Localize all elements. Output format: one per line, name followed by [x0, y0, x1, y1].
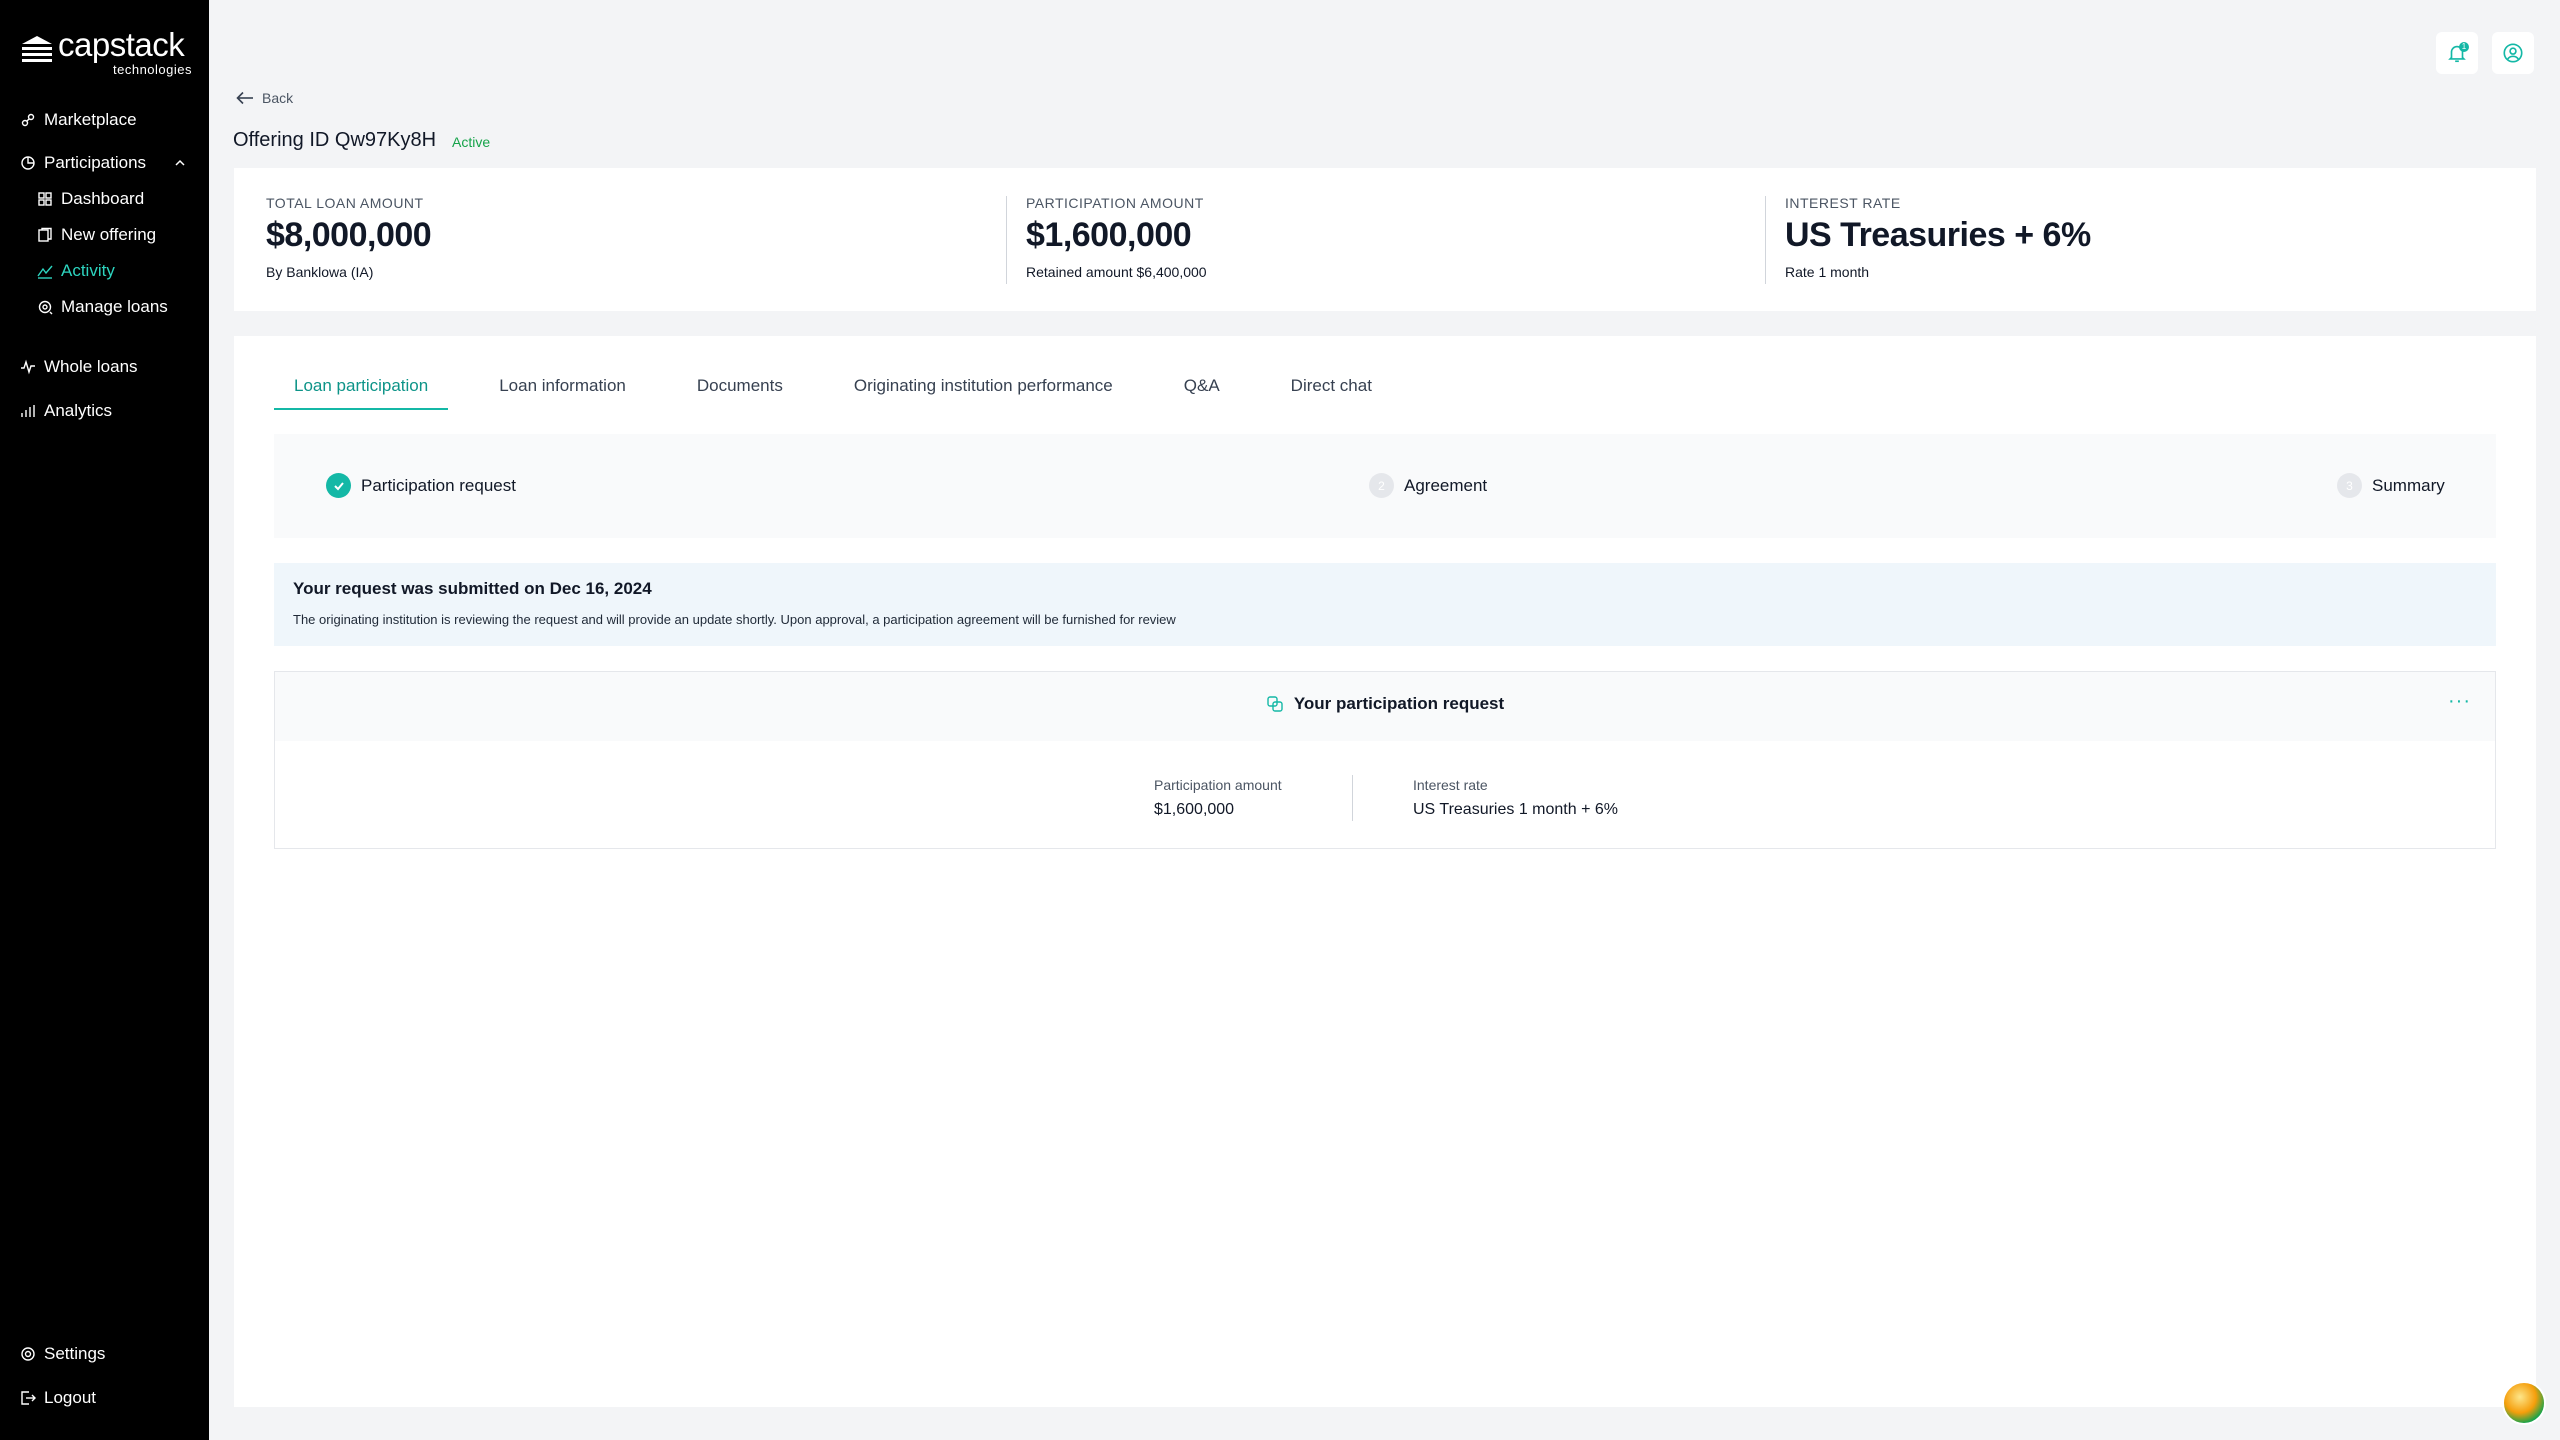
sidebar-item-label: Dashboard: [61, 189, 145, 208]
step-label: Summary: [2372, 475, 2445, 495]
step-agreement[interactable]: 2 Agreement: [1369, 473, 1487, 498]
sidebar-item-label: New offering: [61, 225, 157, 244]
step-participation-request[interactable]: Participation request: [326, 473, 516, 498]
stat-value: $8,000,000: [266, 216, 432, 254]
back-label: Back: [262, 90, 294, 106]
brand-tagline: technologies: [113, 62, 192, 77]
stat-value: $1,600,000: [1026, 216, 1192, 254]
stat-sub: By Banklowa (IA): [266, 264, 374, 280]
tab-documents[interactable]: Documents: [677, 364, 803, 410]
gear-icon: [21, 1347, 35, 1361]
loan-stats-card: TOTAL LOAN AMOUNT $8,000,000 By Banklowa…: [234, 168, 2536, 311]
status-badge: Active: [452, 134, 491, 150]
stat-label: TOTAL LOAN AMOUNT: [266, 195, 424, 211]
participations-icon: [21, 156, 35, 170]
sidebar-item-label: Logout: [44, 1388, 96, 1407]
sidebar-item-participations[interactable]: Participations: [20, 151, 146, 175]
submission-notice: Your request was submitted on Dec 16, 20…: [274, 563, 2496, 646]
whole-loans-icon: [21, 359, 35, 375]
sidebar-item-label: Manage loans: [61, 297, 168, 316]
notice-title: Your request was submitted on Dec 16, 20…: [293, 579, 652, 598]
marketplace-icon: [21, 113, 35, 127]
stat-label: INTEREST RATE: [1785, 195, 1901, 211]
new-offering-icon: [38, 227, 52, 242]
interest-rate-value: US Treasuries 1 month + 6%: [1413, 801, 1618, 818]
interest-rate-label: Interest rate: [1413, 777, 1488, 793]
sidebar-item-label: Marketplace: [44, 110, 137, 129]
profile-button[interactable]: [2492, 32, 2534, 74]
coins-icon: [1267, 696, 1283, 712]
sidebar-item-settings[interactable]: Settings: [20, 1342, 105, 1366]
sidebar-item-marketplace[interactable]: Marketplace: [20, 108, 137, 132]
progress-stepper: Participation request 2 Agreement 3 Summ…: [274, 434, 2496, 538]
dashboard-icon: [38, 192, 52, 206]
sidebar-item-activity[interactable]: Activity: [37, 259, 115, 283]
sidebar-item-manage-loans[interactable]: Manage loans: [37, 295, 168, 319]
chevron-up-icon[interactable]: [172, 155, 188, 171]
step-summary[interactable]: 3 Summary: [2337, 473, 2445, 498]
tab-direct-chat[interactable]: Direct chat: [1271, 364, 1392, 410]
sidebar: capstack technologies Marketplace Partic…: [0, 0, 209, 1440]
step-label: Participation request: [361, 475, 516, 495]
user-circle-icon: [2503, 43, 2523, 63]
more-options-button[interactable]: ···: [2448, 690, 2471, 713]
field-divider: [1352, 775, 1353, 821]
sidebar-item-analytics[interactable]: Analytics: [20, 399, 112, 423]
activity-icon: [37, 265, 53, 279]
sidebar-item-label: Whole loans: [44, 357, 138, 376]
avatar[interactable]: [2502, 1381, 2546, 1425]
capstack-logo[interactable]: capstack technologies: [20, 26, 192, 78]
sidebar-item-label: Settings: [44, 1344, 106, 1363]
request-card-header: Your participation request ···: [275, 672, 2495, 741]
logo-icon: [22, 36, 52, 62]
sidebar-item-label: Activity: [61, 261, 115, 280]
back-link[interactable]: Back: [236, 90, 293, 106]
stat-divider: [1006, 196, 1007, 284]
notice-body: The originating institution is reviewing…: [293, 612, 1176, 627]
step-label: Agreement: [1404, 475, 1488, 495]
tab-loan-information[interactable]: Loan information: [479, 364, 646, 410]
sidebar-item-whole-loans[interactable]: Whole loans: [20, 355, 138, 379]
step-number: 2: [1369, 473, 1394, 498]
logout-icon: [21, 1391, 36, 1405]
analytics-icon: [21, 405, 35, 417]
stat-label: PARTICIPATION AMOUNT: [1026, 195, 1204, 211]
stat-sub: Rate 1 month: [1785, 264, 1870, 280]
main-panel: Loan participation Loan information Docu…: [234, 336, 2536, 1407]
tab-loan-participation[interactable]: Loan participation: [274, 364, 449, 410]
check-icon: [326, 473, 351, 498]
sidebar-item-label: Participations: [44, 153, 147, 172]
tab-bar: Loan participation Loan information Docu…: [274, 364, 1392, 410]
page-title: Offering ID Qw97Ky8H: [233, 129, 437, 151]
sidebar-item-dashboard[interactable]: Dashboard: [37, 187, 144, 211]
arrow-left-icon: [236, 91, 253, 105]
participation-request-card: Your participation request ··· Participa…: [274, 671, 2496, 849]
notifications-button[interactable]: 1: [2436, 32, 2478, 74]
stat-sub: Retained amount $6,400,000: [1026, 264, 1207, 280]
participation-amount-label: Participation amount: [1154, 777, 1282, 793]
request-card-title-text: Your participation request: [1293, 694, 1505, 713]
tab-originating-institution-performance[interactable]: Originating institution performance: [834, 364, 1133, 410]
sidebar-item-label: Analytics: [44, 401, 113, 420]
step-number: 3: [2337, 473, 2362, 498]
sidebar-item-logout[interactable]: Logout: [20, 1386, 96, 1410]
participation-amount-value: $1,600,000: [1154, 801, 1235, 818]
sidebar-item-new-offering[interactable]: New offering: [37, 223, 156, 247]
request-card-title: Your participation request: [275, 694, 2495, 714]
brand-name: capstack: [58, 26, 185, 63]
manage-loans-icon: [38, 300, 53, 315]
notification-count: 1: [2459, 42, 2469, 52]
tab-qa[interactable]: Q&A: [1164, 364, 1240, 410]
stat-value: US Treasuries + 6%: [1785, 216, 2091, 254]
stat-divider: [1765, 196, 1766, 284]
